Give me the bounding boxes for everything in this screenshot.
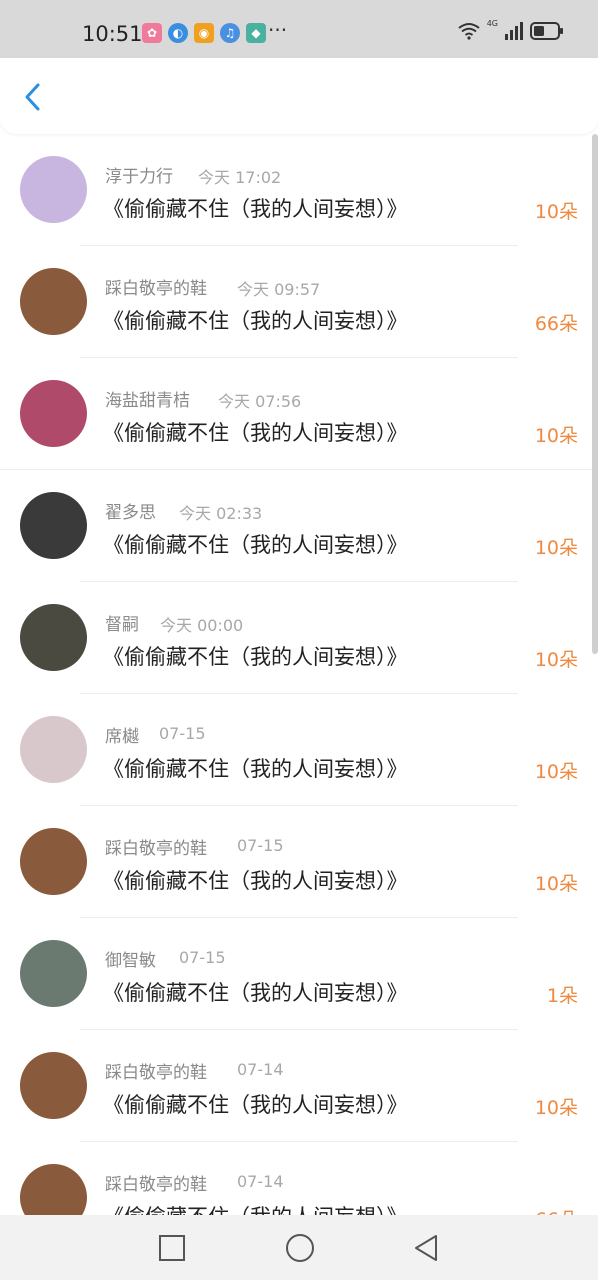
book-title: 《偷偷藏不住（我的人间妄想）》 (103, 1201, 408, 1215)
avatar[interactable] (20, 268, 87, 335)
header-bar (0, 58, 598, 134)
list-item[interactable]: 御智敏 07-15 《偷偷藏不住（我的人间妄想）》 1朵 (0, 918, 598, 1030)
user-name: 督嗣 (105, 615, 139, 635)
record-date: 今天 09:57 (237, 280, 321, 299)
signal-icon (505, 22, 523, 40)
flower-count: 10朵 (534, 873, 578, 895)
chevron-left-icon[interactable] (18, 82, 48, 112)
flower-count: 10朵 (534, 761, 578, 783)
list-item[interactable]: 翟多思 今天 02:33 《偷偷藏不住（我的人间妄想）》 10朵 (0, 470, 598, 582)
list-item[interactable]: 踩白敬亭的鞋 07-14 《偷偷藏不住（我的人间妄想）》 10朵 (0, 1030, 598, 1142)
system-icons: 4G (457, 18, 564, 40)
record-date: 07-15 (237, 836, 284, 855)
record-date: 07-14 (237, 1060, 284, 1079)
avatar[interactable] (20, 156, 87, 223)
music-app-icon: ♫ (220, 23, 240, 43)
square-recent-apps-icon[interactable] (159, 1235, 185, 1261)
book-title: 《偷偷藏不住（我的人间妄想）》 (103, 197, 408, 221)
book-title: 《偷偷藏不住（我的人间妄想）》 (103, 869, 408, 893)
list-item[interactable]: 席樾 07-15 《偷偷藏不住（我的人间妄想）》 10朵 (0, 694, 598, 806)
record-date: 07-14 (237, 1172, 284, 1191)
user-name: 海盐甜青桔 (105, 391, 190, 411)
book-title: 《偷偷藏不住（我的人间妄想）》 (103, 981, 408, 1005)
battery-icon (530, 22, 563, 40)
user-name: 席樾 (105, 727, 139, 747)
user-name: 淳于力行 (105, 167, 173, 187)
circle-home-icon[interactable] (286, 1234, 314, 1262)
flower-count: 10朵 (534, 1097, 578, 1119)
record-date: 07-15 (179, 948, 226, 967)
list-item[interactable]: 踩白敬亭的鞋 07-15 《偷偷藏不住（我的人间妄想）》 10朵 (0, 806, 598, 918)
list-item[interactable]: 海盐甜青桔 今天 07:56 《偷偷藏不住（我的人间妄想）》 10朵 (0, 358, 598, 470)
flower-count: 66朵 (535, 1205, 578, 1215)
user-name: 踩白敬亭的鞋 (105, 839, 207, 859)
user-name: 踩白敬亭的鞋 (105, 1063, 207, 1083)
browser-icon: ◐ (168, 23, 188, 43)
flower-count: 1朵 (546, 985, 578, 1007)
flower-count: 10朵 (534, 537, 578, 559)
camera-app-icon: ◉ (194, 23, 214, 43)
triangle-back-icon[interactable] (412, 1233, 440, 1263)
user-name: 御智敏 (105, 951, 156, 971)
book-title: 《偷偷藏不住（我的人间妄想）》 (103, 645, 408, 669)
scrollbar[interactable] (592, 134, 598, 654)
avatar[interactable] (20, 604, 87, 671)
map-app-icon: ◆ (246, 23, 266, 43)
avatar[interactable] (20, 940, 87, 1007)
list-item[interactable]: 踩白敬亭的鞋 07-14 《偷偷藏不住（我的人间妄想）》 66朵 (0, 1142, 598, 1215)
avatar[interactable] (20, 492, 87, 559)
flower-count: 10朵 (534, 201, 578, 223)
record-date: 今天 00:00 (160, 616, 244, 635)
record-date: 今天 02:33 (179, 504, 263, 523)
flower-count: 10朵 (534, 425, 578, 447)
book-title: 《偷偷藏不住（我的人间妄想）》 (103, 309, 408, 333)
list-item[interactable]: 淳于力行 今天 17:02 《偷偷藏不住（我的人间妄想）》 10朵 (0, 134, 598, 246)
app-flower-icon: ✿ (142, 23, 162, 43)
record-date: 今天 07:56 (218, 392, 302, 411)
status-time: 10:51 (82, 22, 143, 46)
book-title: 《偷偷藏不住（我的人间妄想）》 (103, 1093, 408, 1117)
book-title: 《偷偷藏不住（我的人间妄想）》 (103, 533, 408, 557)
flower-count: 10朵 (534, 649, 578, 671)
user-name: 踩白敬亭的鞋 (105, 1175, 207, 1195)
avatar[interactable] (20, 716, 87, 783)
wifi-icon (458, 23, 480, 40)
list-item[interactable]: 踩白敬亭的鞋 今天 09:57 《偷偷藏不住（我的人间妄想）》 66朵 (0, 246, 598, 358)
flower-count: 66朵 (534, 313, 578, 335)
gift-record-list: 淳于力行 今天 17:02 《偷偷藏不住（我的人间妄想）》 10朵 踩白敬亭的鞋… (0, 134, 598, 1215)
system-nav-bar (0, 1215, 598, 1280)
avatar[interactable] (20, 828, 87, 895)
notification-icons: ✿ ◐ ◉ ♫ ◆ (142, 23, 266, 43)
user-name: 踩白敬亭的鞋 (105, 279, 207, 299)
network-type-label: 4G (486, 18, 498, 28)
book-title: 《偷偷藏不住（我的人间妄想）》 (103, 421, 408, 445)
list-item[interactable]: 督嗣 今天 00:00 《偷偷藏不住（我的人间妄想）》 10朵 (0, 582, 598, 694)
book-title: 《偷偷藏不住（我的人间妄想）》 (103, 757, 408, 781)
status-bar: 10:51 ✿ ◐ ◉ ♫ ◆ ··· 4G (0, 0, 598, 58)
more-notifications-indicator: ··· (268, 18, 288, 42)
avatar[interactable] (20, 1164, 87, 1215)
user-name: 翟多思 (105, 503, 156, 523)
record-date: 今天 17:02 (198, 168, 282, 187)
avatar[interactable] (20, 380, 87, 447)
record-date: 07-15 (159, 724, 206, 743)
avatar[interactable] (20, 1052, 87, 1119)
